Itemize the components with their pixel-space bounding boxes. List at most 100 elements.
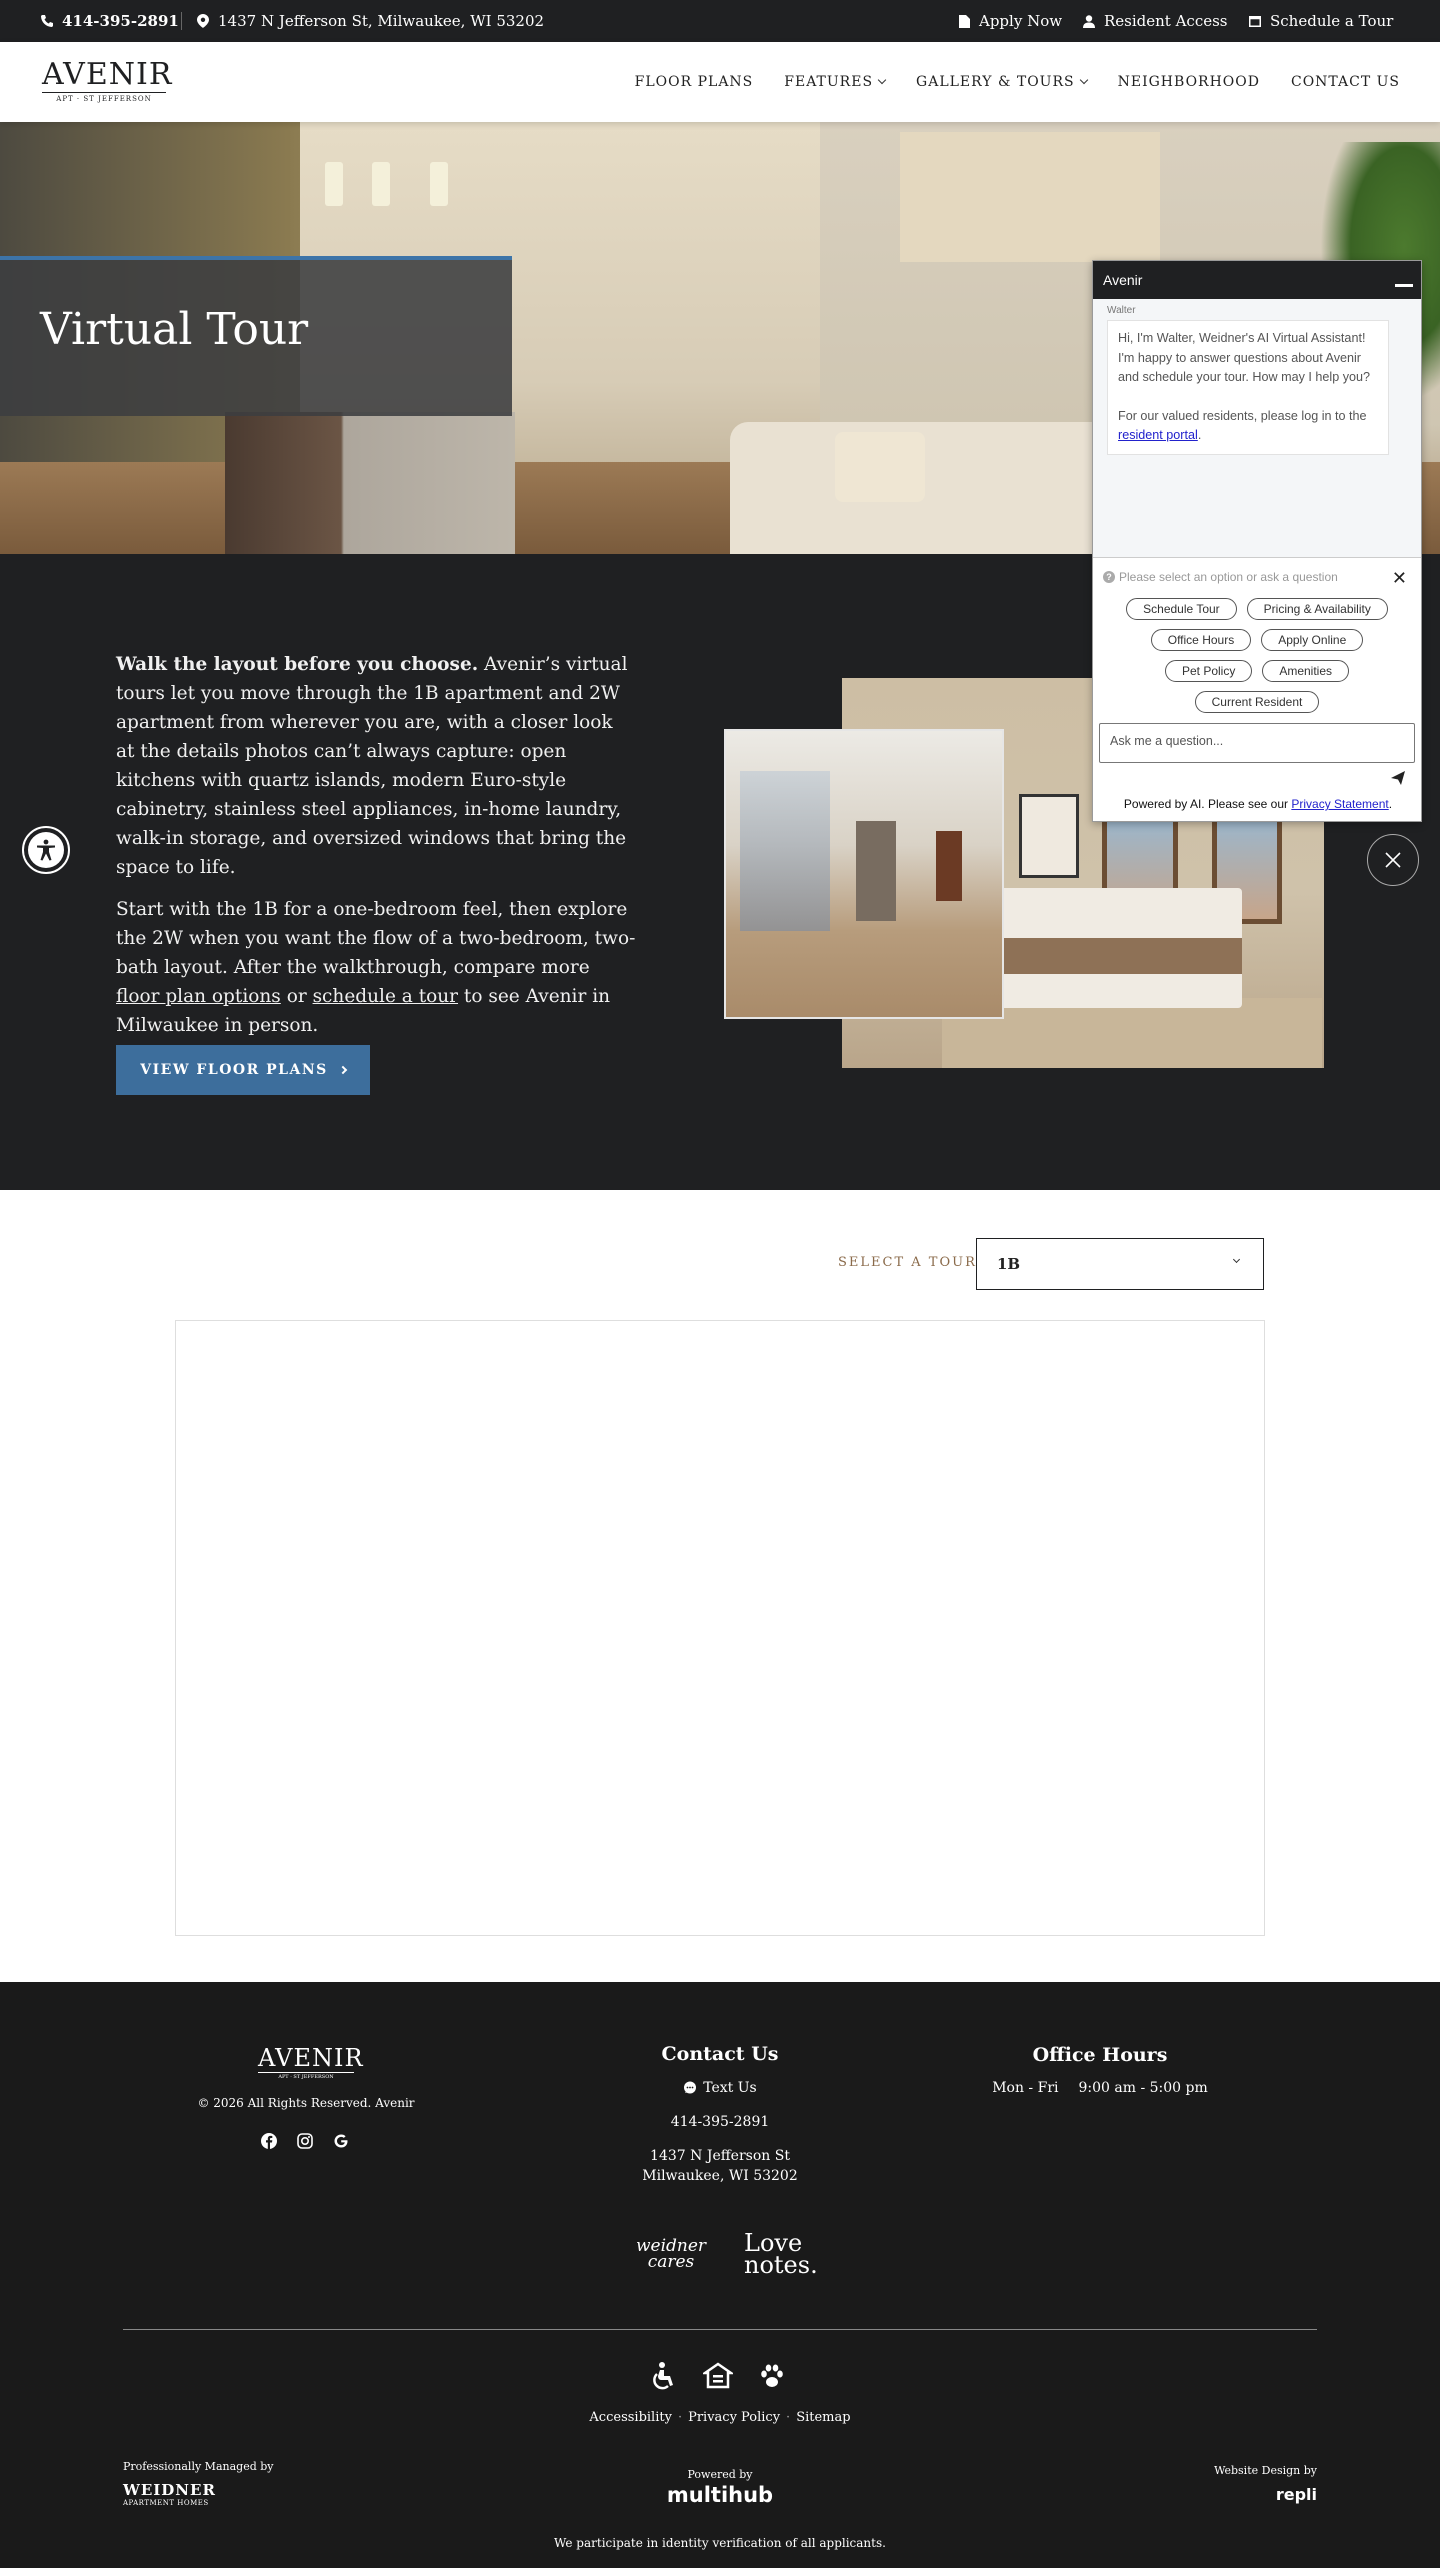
footer-address[interactable]: 1437 N Jefferson St Milwaukee, WI 53202: [570, 2146, 870, 2186]
living-room-fireplace: [856, 821, 896, 921]
pet-friendly-icon: [756, 2360, 788, 2392]
resident-note-text: For our valued residents, please log in …: [1118, 408, 1367, 423]
chat-widget: Avenir Walter Hi, I'm Walter, Weidner's …: [1092, 260, 1422, 822]
main-nav: AVENIR APT · ST JEFFERSON FLOOR PLANS FE…: [0, 42, 1440, 122]
social-links: [260, 2132, 350, 2150]
chat-option-schedule-tour[interactable]: Schedule Tour: [1126, 598, 1237, 620]
send-icon[interactable]: [1391, 771, 1405, 788]
page-title: Virtual Tour: [40, 304, 309, 355]
chat-option-office-hours[interactable]: Office Hours: [1150, 629, 1252, 651]
view-floor-plans-button[interactable]: VIEW FLOOR PLANS: [116, 1045, 370, 1095]
site-logo[interactable]: AVENIR APT · ST JEFFERSON: [42, 60, 171, 103]
text-us-link[interactable]: Text Us: [570, 2078, 870, 2098]
instagram-icon[interactable]: [296, 2132, 314, 2150]
intro-text: Avenir’s virtual tours let you move thro…: [116, 654, 628, 878]
chat-hint-text: Please select an option or ask a questio…: [1119, 570, 1338, 584]
privacy-statement-link[interactable]: Privacy Statement: [1291, 797, 1388, 811]
nav-item-contact-us[interactable]: CONTACT US: [1291, 74, 1400, 90]
hero-photo-sofa: [730, 422, 1150, 554]
apply-now-link[interactable]: Apply Now: [957, 0, 1062, 42]
chat-input[interactable]: Ask me a question...: [1099, 723, 1415, 763]
privacy-policy-link[interactable]: Privacy Policy: [688, 2410, 780, 2425]
google-icon[interactable]: [332, 2132, 350, 2150]
nav-item-label: FLOOR PLANS: [634, 74, 754, 90]
chat-bubble-icon: [684, 2081, 697, 2094]
repli-logo[interactable]: repli: [1214, 2485, 1317, 2504]
footer-office-hours: Office Hours Mon - Fri 9:00 am - 5:00 pm: [980, 2044, 1220, 2096]
footer-divider: [123, 2329, 1317, 2330]
intro-paragraph-1: Walk the layout before you choose. Aveni…: [116, 650, 636, 882]
footer-links: Accessibility · Privacy Policy · Sitemap: [0, 2410, 1440, 2425]
map-pin-icon: [196, 14, 210, 28]
nav-item-gallery-tours[interactable]: GALLERY & TOURS: [916, 74, 1088, 90]
pendant-light: [430, 162, 448, 206]
chat-option-current-resident[interactable]: Current Resident: [1194, 691, 1320, 713]
love-notes-logo[interactable]: Love notes.: [744, 2231, 820, 2277]
topbar-divider: [181, 12, 182, 30]
chat-header: Avenir: [1093, 261, 1421, 299]
intro-text: Start with the 1B for a one-bedroom feel…: [116, 899, 636, 978]
weidner-wordmark: WEIDNER: [123, 2481, 216, 2499]
nav-item-neighborhood[interactable]: NEIGHBORHOOD: [1118, 74, 1260, 90]
multihub-logo[interactable]: multihub: [660, 2483, 780, 2507]
footer-logo-wordmark: AVENIR: [258, 2044, 364, 2072]
nav-item-floor-plans[interactable]: FLOOR PLANS: [635, 74, 754, 90]
weidner-cares-logo[interactable]: weidner cares: [628, 2238, 714, 2271]
accessibility-link[interactable]: Accessibility: [589, 2410, 672, 2425]
powered-by: Powered by multihub: [660, 2468, 780, 2507]
managed-by-label: Professionally Managed by: [123, 2460, 274, 2473]
virtual-tour-embed[interactable]: [175, 1320, 1265, 1936]
managed-by: Professionally Managed by WEIDNER APARTM…: [123, 2460, 274, 2507]
footer-brand-logos: weidner cares Love notes.: [628, 2231, 820, 2277]
chat-option-apply-online[interactable]: Apply Online: [1261, 629, 1364, 651]
minimize-icon[interactable]: [1395, 284, 1413, 287]
calendar-icon: [1248, 14, 1262, 28]
apply-now-label: Apply Now: [979, 12, 1063, 30]
nav-item-features[interactable]: FEATURES: [784, 74, 887, 90]
living-room-glass-wall: [740, 771, 830, 931]
facebook-icon[interactable]: [260, 2132, 278, 2150]
living-room-door: [936, 831, 962, 901]
chat-title: Avenir: [1103, 272, 1143, 288]
accessibility-icon: [648, 2360, 680, 2392]
tour-select-dropdown[interactable]: 1B: [976, 1238, 1264, 1290]
contact-heading: Contact Us: [661, 2043, 779, 2065]
schedule-tour-link[interactable]: Schedule a Tour: [1248, 0, 1393, 42]
close-options-icon[interactable]: ✕: [1392, 568, 1407, 589]
sitemap-link[interactable]: Sitemap: [796, 2410, 850, 2425]
resident-portal-link[interactable]: resident portal: [1118, 428, 1198, 442]
footer-logo-subtitle: APT · ST JEFFERSON: [258, 2072, 354, 2080]
address-line-2: Milwaukee, WI 53202: [642, 2168, 798, 2184]
chevron-down-icon: [1079, 75, 1088, 85]
accessibility-widget-button[interactable]: [22, 826, 70, 874]
nav-item-label: CONTACT US: [1290, 74, 1400, 90]
chat-disclaimer-text: Powered by AI. Please see our: [1123, 797, 1292, 811]
chat-option-amenities[interactable]: Amenities: [1262, 660, 1350, 682]
view-floor-plans-label: VIEW FLOOR PLANS: [140, 1062, 328, 1078]
site-footer: AVENIR APT · ST JEFFERSON © 2026 All Rig…: [0, 1982, 1440, 2568]
resident-access-link[interactable]: Resident Access: [1082, 0, 1228, 42]
chat-toggle-close-icon[interactable]: [1367, 834, 1419, 886]
select-tour-label: SELECT A TOUR: [838, 1255, 977, 1270]
footer-phone-link[interactable]: 414-395-2891: [570, 2112, 870, 2132]
address-link[interactable]: 1437 N Jefferson St, Milwaukee, WI 53202: [196, 0, 544, 42]
website-design-by: Website Design by repli: [1214, 2464, 1317, 2504]
hero-photo-kitchen-island: [225, 412, 515, 554]
schedule-a-tour-link[interactable]: schedule a tour: [313, 986, 458, 1007]
intro-paragraph-2: Start with the 1B for a one-bedroom feel…: [116, 895, 636, 1040]
equal-housing-icon: [702, 2360, 734, 2392]
powered-by-label: Powered by: [687, 2468, 753, 2481]
floor-plan-options-link[interactable]: floor plan options: [116, 986, 281, 1007]
weidner-logo[interactable]: WEIDNER APARTMENT HOMES: [123, 2481, 274, 2507]
footer-logo[interactable]: AVENIR APT · ST JEFFERSON: [258, 2044, 364, 2080]
accessibility-person-icon: [28, 832, 64, 868]
phone-link[interactable]: 414-395-2891: [40, 0, 179, 42]
tour-select-value: 1B: [997, 1255, 1021, 1273]
chat-option-pet-policy[interactable]: Pet Policy: [1164, 660, 1253, 682]
chat-option-pricing-availability[interactable]: Pricing & Availability: [1246, 598, 1388, 620]
document-icon: [957, 14, 971, 28]
nav-item-label: GALLERY & TOURS: [916, 74, 1075, 90]
pendant-light: [372, 162, 390, 206]
message-sender: Walter: [1107, 305, 1136, 316]
greeting-text: Hi, I'm Walter, Weidner's AI Virtual Ass…: [1118, 331, 1371, 384]
